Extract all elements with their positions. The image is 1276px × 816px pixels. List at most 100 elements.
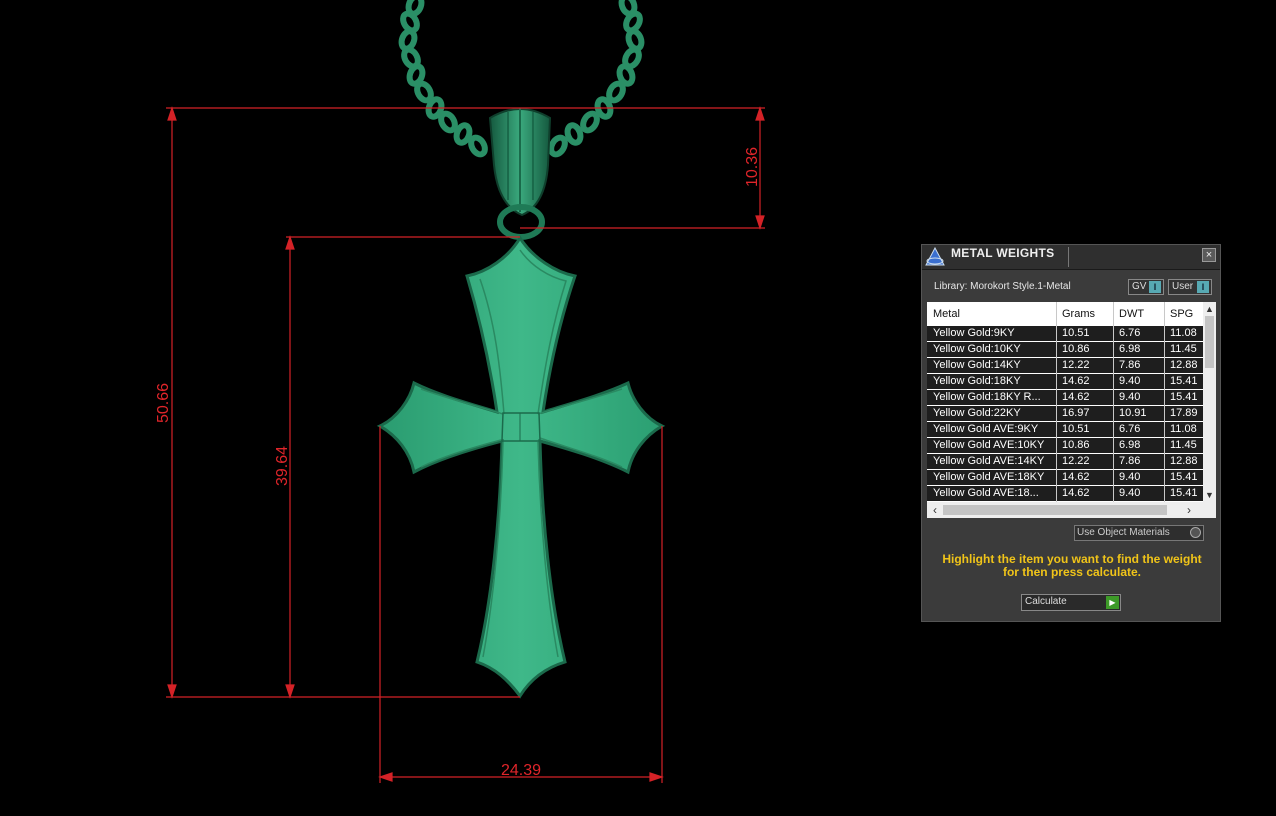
use-object-materials-label: Use Object Materials: [1077, 527, 1170, 538]
table-row[interactable]: Yellow Gold AVE:9KY 10.51 6.76 11.08: [927, 422, 1203, 438]
cell-metal: Yellow Gold:10KY: [933, 343, 1021, 355]
cell-spg: 15.41: [1170, 487, 1198, 499]
cell-grams: 10.86: [1062, 343, 1090, 355]
chain-link: [438, 110, 458, 134]
cell-spg: 12.88: [1170, 455, 1198, 467]
horizontal-scroll-thumb[interactable]: [943, 505, 1167, 515]
cell-grams: 14.62: [1062, 375, 1090, 387]
column-header-grams[interactable]: Grams: [1062, 308, 1110, 320]
gv-toggle-label: GV: [1132, 281, 1147, 292]
cell-grams: 14.62: [1062, 471, 1090, 483]
horizontal-scrollbar[interactable]: ‹ ›: [927, 502, 1216, 518]
table-row[interactable]: Yellow Gold:10KY 10.86 6.98 11.45: [927, 342, 1203, 358]
dimension-bail-height: 10.36: [744, 147, 761, 187]
close-icon: ×: [1205, 249, 1213, 261]
vertical-scroll-thumb[interactable]: [1205, 316, 1214, 368]
cell-dwt: 9.40: [1119, 471, 1141, 483]
cell-spg: 12.88: [1170, 359, 1198, 371]
cell-dwt: 7.86: [1119, 455, 1141, 467]
pendant-bail: [488, 108, 552, 240]
table-row[interactable]: Yellow Gold AVE:10KY 10.86 6.98 11.45: [927, 438, 1203, 454]
chain-link: [606, 80, 626, 104]
column-header-dwt[interactable]: DWT: [1119, 308, 1165, 320]
column-header-metal[interactable]: Metal: [933, 308, 1051, 320]
cell-dwt: 9.40: [1119, 391, 1141, 403]
library-label: Library: Morokort Style.1-Metal: [934, 281, 1071, 292]
chain-link: [548, 134, 568, 158]
cell-spg: 17.89: [1170, 407, 1198, 419]
panel-title-bar[interactable]: METAL WEIGHTS ×: [922, 245, 1220, 270]
metal-weights-panel: METAL WEIGHTS × Library: Morokort Style.…: [921, 244, 1221, 622]
column-divider: [1164, 302, 1165, 502]
instructions-text: Highlight the item you want to find the …: [942, 552, 1202, 579]
title-divider: [1068, 247, 1069, 267]
calculate-label: Calculate: [1025, 596, 1067, 607]
column-header-spg[interactable]: SPG: [1170, 308, 1203, 320]
cell-metal: Yellow Gold AVE:10KY: [933, 439, 1045, 451]
panel-title: METAL WEIGHTS: [951, 246, 1055, 260]
scroll-up-icon[interactable]: ▲: [1203, 303, 1216, 315]
dimension-cross-width: 24.39: [501, 762, 541, 779]
table-row[interactable]: Yellow Gold AVE:14KY 12.22 7.86 12.88: [927, 454, 1203, 470]
dimension-total-height: 50.66: [155, 383, 172, 423]
cell-metal: Yellow Gold AVE:9KY: [933, 423, 1039, 435]
cell-grams: 10.51: [1062, 423, 1090, 435]
cell-dwt: 9.40: [1119, 375, 1141, 387]
scroll-down-icon[interactable]: ▼: [1203, 489, 1216, 501]
calculate-button[interactable]: Calculate ▶: [1021, 594, 1121, 611]
scroll-right-icon[interactable]: ›: [1182, 503, 1196, 517]
cell-grams: 12.22: [1062, 455, 1090, 467]
cell-metal: Yellow Gold AVE:18...: [933, 487, 1039, 499]
scroll-left-icon[interactable]: ‹: [928, 503, 942, 517]
cell-dwt: 6.98: [1119, 343, 1141, 355]
table-row[interactable]: Yellow Gold:9KY 10.51 6.76 11.08: [927, 326, 1203, 342]
cell-grams: 14.62: [1062, 391, 1090, 403]
cell-dwt: 6.76: [1119, 327, 1141, 339]
cell-metal: Yellow Gold AVE:18KY: [933, 471, 1045, 483]
user-toggle-switch[interactable]: I: [1197, 281, 1209, 293]
gv-toggle[interactable]: GV I: [1128, 279, 1164, 295]
gv-toggle-switch[interactable]: I: [1149, 281, 1161, 293]
cell-spg: 15.41: [1170, 375, 1198, 387]
cell-dwt: 7.86: [1119, 359, 1141, 371]
user-toggle[interactable]: User I: [1168, 279, 1212, 295]
table-row[interactable]: Yellow Gold:18KY R... 14.62 9.40 15.41: [927, 390, 1203, 406]
close-button[interactable]: ×: [1202, 248, 1216, 262]
dimension-cross-height: 39.64: [274, 446, 291, 486]
vertical-scrollbar[interactable]: ▲ ▼: [1203, 302, 1216, 502]
cell-grams: 14.62: [1062, 487, 1090, 499]
cell-spg: 11.45: [1170, 343, 1197, 355]
cell-dwt: 6.76: [1119, 423, 1141, 435]
metal-table-container[interactable]: Metal Grams DWT SPG Yellow Gold:9KY 10.51…: [927, 302, 1216, 518]
use-object-materials-option[interactable]: Use Object Materials: [1074, 525, 1204, 541]
table-row[interactable]: Yellow Gold AVE:18KY 14.62 9.40 15.41: [927, 470, 1203, 486]
cell-dwt: 10.91: [1119, 407, 1147, 419]
chain-link: [564, 122, 584, 146]
cell-metal: Yellow Gold:18KY: [933, 375, 1021, 387]
cell-spg: 15.41: [1170, 391, 1198, 403]
cell-grams: 16.97: [1062, 407, 1090, 419]
play-icon: ▶: [1106, 596, 1119, 609]
use-object-materials-radio[interactable]: [1190, 527, 1201, 538]
column-divider: [1113, 302, 1114, 502]
table-header-row: Metal Grams DWT SPG: [927, 302, 1203, 326]
app-logo-icon: [925, 246, 945, 266]
cell-metal: Yellow Gold:9KY: [933, 327, 1015, 339]
table-row[interactable]: Yellow Gold:14KY 12.22 7.86 12.88: [927, 358, 1203, 374]
table-row[interactable]: Yellow Gold:22KY 16.97 10.91 17.89: [927, 406, 1203, 422]
table-row[interactable]: Yellow Gold:18KY 14.62 9.40 15.41: [927, 374, 1203, 390]
cross-pendant: [376, 235, 666, 699]
chain-link: [468, 134, 488, 158]
cell-grams: 12.22: [1062, 359, 1090, 371]
cell-grams: 10.51: [1062, 327, 1090, 339]
cell-metal: Yellow Gold AVE:14KY: [933, 455, 1045, 467]
table-row[interactable]: Yellow Gold AVE:18... 14.62 9.40 15.41: [927, 486, 1203, 502]
column-divider: [1056, 302, 1057, 502]
chain-link: [580, 110, 600, 134]
cell-metal: Yellow Gold:14KY: [933, 359, 1021, 371]
cell-spg: 11.45: [1170, 439, 1197, 451]
cell-spg: 15.41: [1170, 471, 1198, 483]
cell-spg: 11.08: [1170, 327, 1197, 339]
cell-spg: 11.08: [1170, 423, 1197, 435]
cell-dwt: 6.98: [1119, 439, 1141, 451]
